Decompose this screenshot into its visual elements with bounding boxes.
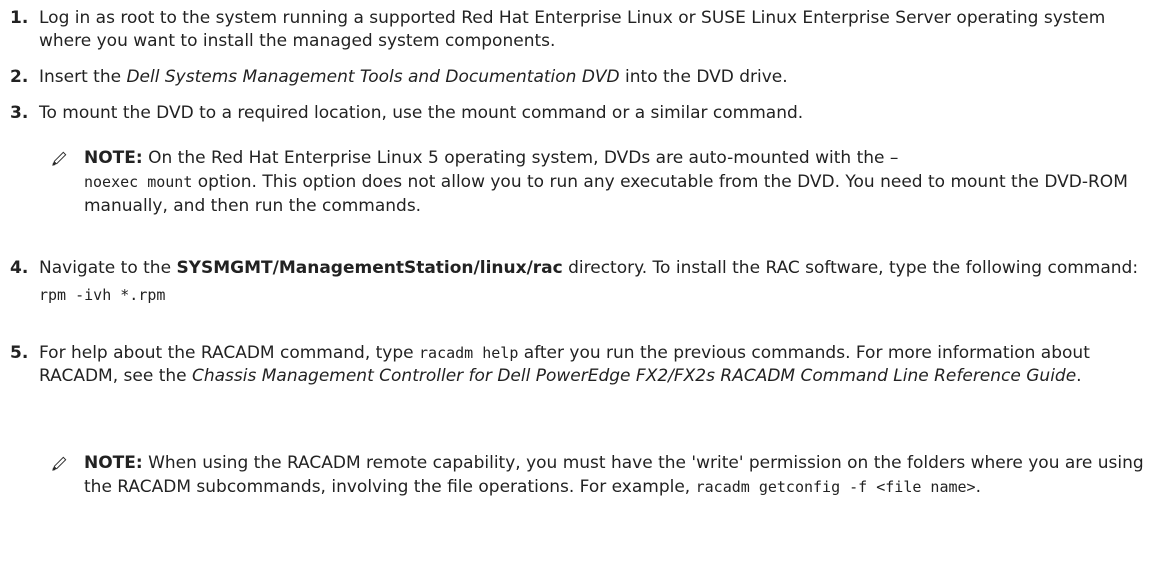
inline-code: racadm getconfig -f <file name> bbox=[695, 478, 976, 496]
step-text: To mount the DVD to a required location,… bbox=[39, 103, 804, 123]
step-text: Navigate to the SYSMGMT/ManagementStatio… bbox=[39, 257, 1159, 307]
directory-path: SYSMGMT/ManagementStation/linux/rac bbox=[176, 258, 563, 278]
note-label: NOTE: bbox=[84, 148, 143, 168]
install-command: rpm -ivh *.rpm bbox=[39, 286, 166, 304]
step-text: For help about the RACADM command, type … bbox=[39, 343, 1090, 386]
step-text: Log in as root to the system running a s… bbox=[39, 8, 1106, 51]
step-number: 3. bbox=[10, 103, 29, 123]
step-number: 4. bbox=[10, 258, 29, 278]
note-text: NOTE: When using the RACADM remote capab… bbox=[84, 453, 1144, 497]
step-text: Insert the Dell Systems Management Tools… bbox=[39, 67, 788, 87]
step-number: 2. bbox=[10, 67, 29, 87]
reference-guide-title: Chassis Management Controller for Dell P… bbox=[192, 366, 1077, 386]
document-page: 1. Log in as root to the system running … bbox=[0, 0, 1172, 561]
step-number: 5. bbox=[10, 343, 29, 363]
step-number: 1. bbox=[10, 8, 29, 28]
pencil-icon bbox=[52, 456, 67, 471]
note-label: NOTE: bbox=[84, 453, 143, 473]
inline-code: racadm help bbox=[419, 344, 519, 362]
pencil-icon bbox=[52, 151, 67, 166]
note-text: NOTE: On the Red Hat Enterprise Linux 5 … bbox=[84, 148, 1128, 216]
dvd-title: Dell Systems Management Tools and Docume… bbox=[126, 67, 620, 87]
inline-code: noexec mount bbox=[84, 173, 193, 191]
